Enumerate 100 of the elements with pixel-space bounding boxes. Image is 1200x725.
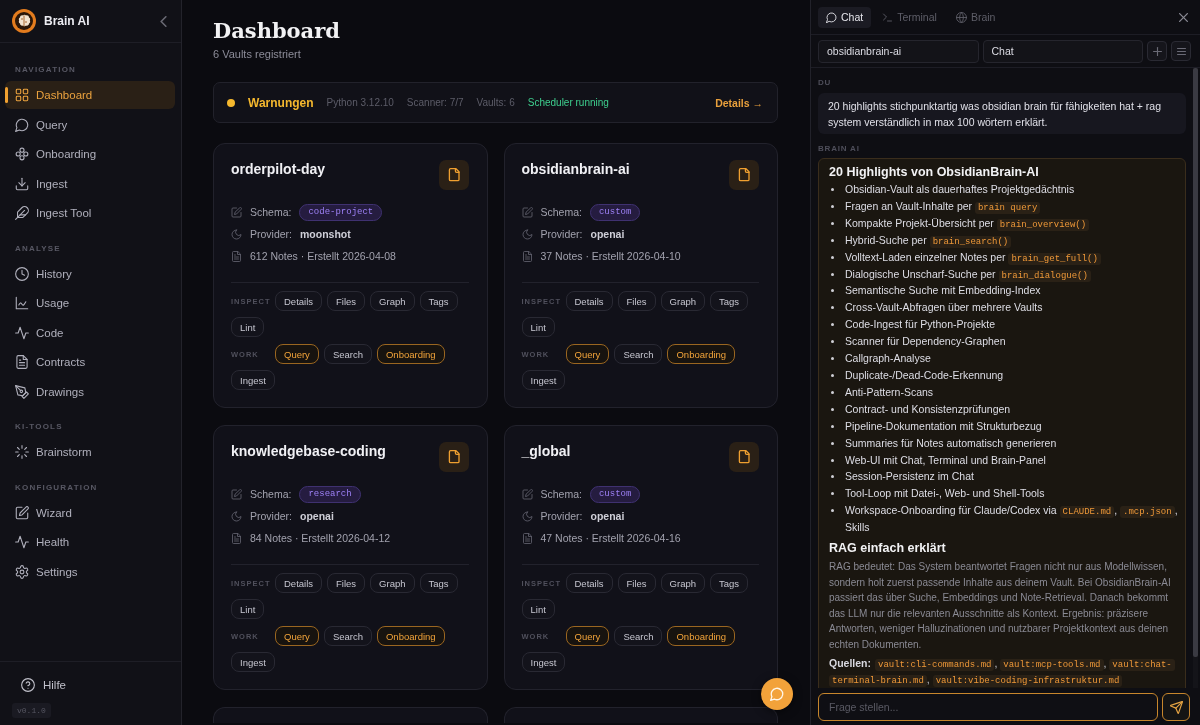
vault-meta: 84 Notes · Erstellt 2026-04-12 [250,532,391,544]
nav-item[interactable]: Dashboard [5,81,175,109]
chat-button[interactable] [761,678,793,710]
action-button[interactable]: Graph [370,573,415,593]
list-item: Cross-Vault-Abfragen über mehrere Vaults [845,300,1043,316]
edit-icon [521,488,533,500]
help-link[interactable]: Hilfe [12,671,181,699]
nav-item[interactable]: History [5,259,175,288]
moon-icon [231,228,242,240]
section-label: KI-TOOLS [15,422,64,432]
action-button[interactable]: Query [565,344,610,364]
list-item: Obsidian-Vault als dauerhaftes Projektgedächtnis [845,182,1075,197]
list-item: Volltext-Laden einzelner Notes per brain_get_full() [845,248,1101,266]
version-label: v0.1.0 [12,703,51,718]
edit-icon [231,206,242,218]
action-button[interactable]: Ingest [231,652,275,672]
action-button[interactable]: Graph [370,291,415,311]
action-button[interactable]: Query [275,344,319,364]
action-button[interactable]: Details [275,573,323,593]
section-label: KONFIGURATION [15,482,99,493]
question-input[interactable]: Frage stellen... [818,693,1158,721]
details-link[interactable]: Details → [715,96,763,109]
action-button[interactable]: Lint [231,317,265,337]
action-button[interactable]: Files [617,573,656,593]
action-button[interactable]: Query [275,626,319,646]
action-button[interactable]: Search [614,344,663,364]
close-button[interactable] [1179,12,1188,22]
nav-item[interactable]: Ingest Tool [5,199,175,227]
close-icon [1179,12,1188,22]
nav-item[interactable]: Wizard [5,498,175,527]
nav-item[interactable]: Onboarding [5,140,175,168]
nav-item[interactable]: Usage [5,289,175,317]
action-button[interactable]: Graph [660,573,705,593]
bullet-icon [831,340,834,344]
action-button[interactable]: Lint [521,599,555,619]
nav-item[interactable]: Settings [5,557,175,586]
nav-item[interactable]: Code [5,318,175,347]
vault-select[interactable]: obsidianbrain-ai [818,39,979,63]
user-message: 20 highlights stichpunktartig was obsidian brain für fähigkeiten hat + rag system verständlich in max 100 wörtern erklärt. [818,93,1186,134]
action-button[interactable]: Onboarding [377,344,445,364]
action-button[interactable]: Search [323,626,372,646]
bullet-icon [831,357,834,361]
collapse-button[interactable] [160,15,167,27]
action-button[interactable]: Tags [419,291,458,311]
action-button[interactable]: Search [614,626,663,646]
vault-title: orderpilot-day [231,160,326,178]
bullet-icon [831,475,834,479]
nav-item[interactable]: Health [5,528,175,556]
schema-tag: custom [589,485,641,503]
action-button[interactable]: Lint [231,599,265,619]
action-button[interactable]: Graph [660,291,705,311]
list-item: Dialogische Unscharf-Suche per brain_dialogue() [845,265,1091,283]
action-button[interactable]: Query [565,626,610,646]
bullet-icon [831,306,834,310]
nav-item[interactable]: Query [5,110,175,139]
field-label: Schema: [250,206,292,218]
nav-item[interactable]: Ingest [5,169,175,198]
field-label: Provider: [540,228,583,240]
list-item: Scanner für Dependency-Graphen [845,334,1006,350]
action-button[interactable]: Onboarding [377,626,445,646]
action-button[interactable]: Files [327,291,366,311]
panel-tab[interactable]: Chat [818,6,872,28]
action-button[interactable]: Lint [521,317,555,337]
edit-icon [15,505,29,520]
bullet-icon [831,458,834,462]
send-icon [1169,700,1183,714]
action-button[interactable]: Tags [710,291,749,311]
action-button[interactable]: Search [323,344,372,364]
action-button[interactable]: Details [565,573,613,593]
action-button[interactable]: Details [275,291,323,311]
field-label: Schema: [250,488,292,500]
nav-item[interactable]: Contracts [5,348,175,376]
bullet-icon [831,407,834,411]
action-button[interactable]: Onboarding [667,626,736,646]
action-button[interactable]: Onboarding [667,344,736,364]
action-button[interactable]: Files [327,573,366,593]
send-button[interactable] [1162,693,1190,721]
list-item: Summaries für Notes automatisch generieren [845,435,1057,451]
bullet-icon [831,441,834,445]
bullet-icon [831,255,834,259]
action-button[interactable]: Ingest [521,370,566,390]
provider-value: moonshot [300,228,351,240]
mode-select[interactable]: Chat [982,39,1143,63]
menu-button[interactable] [1171,41,1191,61]
nav-item[interactable]: Brainstorm [5,438,175,466]
document-icon [15,355,29,369]
new-chat-button[interactable] [1147,41,1167,61]
message-author: BRAIN AI [818,144,861,154]
list-item: Fragen an Vault-Inhalte per brain query [845,197,1041,215]
action-button[interactable]: Ingest [521,652,566,672]
nav-item[interactable]: Drawings [5,377,175,406]
bullet-icon [831,272,834,276]
moon-icon [521,510,533,522]
action-button[interactable]: Ingest [231,370,275,390]
action-button[interactable]: Files [617,291,656,311]
action-button[interactable]: Details [565,291,613,311]
provider-value: openai [300,510,334,522]
action-button[interactable]: Tags [419,573,458,593]
action-button[interactable]: Tags [710,573,749,593]
scrollbar[interactable] [1193,68,1198,688]
